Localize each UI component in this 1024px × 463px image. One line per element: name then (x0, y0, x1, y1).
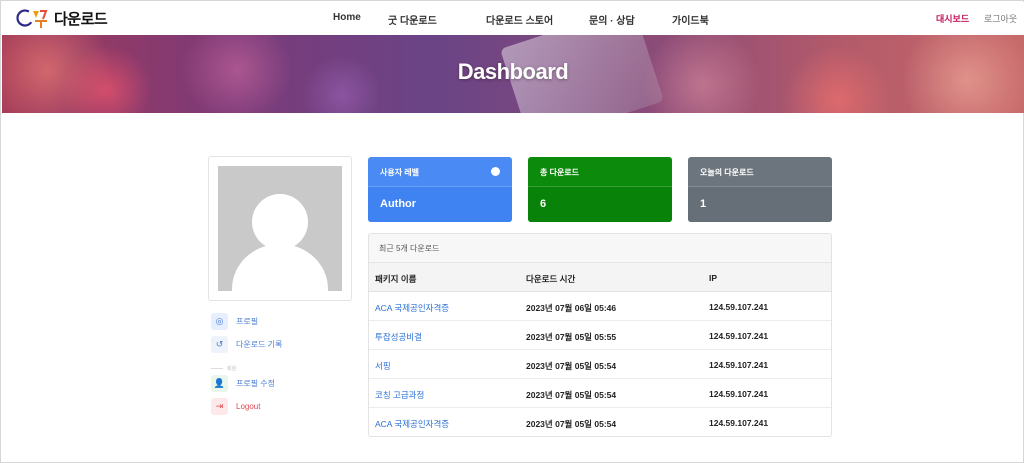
table-row: 서핑 2023년 07월 05일 05:54 124.59.107.241 (369, 350, 831, 379)
nav-good-download[interactable]: 굿 다운로드 (388, 12, 437, 27)
download-time: 2023년 07월 06일 05:46 (526, 303, 617, 313)
top-navbar: 다운로드 Home 굿 다운로드 다운로드 스토어 문의 · 상담 가이드북 대… (2, 2, 1024, 35)
nav-guidebook[interactable]: 가이드북 (672, 12, 709, 27)
recent-downloads-panel: 최근 5개 다운로드 패키지 이름 다운로드 시간 IP ACA 국제공인자격증… (368, 233, 832, 437)
browser-frame: 다운로드 Home 굿 다운로드 다운로드 스토어 문의 · 상담 가이드북 대… (0, 0, 1024, 463)
download-time: 2023년 07월 05일 05:54 (526, 419, 617, 429)
download-time: 2023년 07월 05일 05:54 (526, 361, 617, 371)
ip-address: 124.59.107.241 (709, 389, 769, 399)
package-link[interactable]: ACA 국제공인자격증 (375, 418, 449, 430)
side-item-label: Logout (236, 402, 261, 411)
user-circle-icon: ◎ (211, 313, 228, 330)
side-item-label: 다운로드 기록 (236, 340, 283, 349)
table-header: 패키지 이름 다운로드 시간 IP (369, 263, 831, 292)
avatar (218, 166, 342, 291)
table-row: 투잡성공비결 2023년 07월 05일 05:55 124.59.107.24… (369, 321, 831, 350)
history-icon: ↺ (211, 336, 228, 353)
dashboard-link[interactable]: 대시보드 (936, 12, 969, 25)
profile-card (208, 156, 352, 301)
stat-title: 총 다운로드 (528, 157, 672, 187)
package-link[interactable]: 투잡성공비결 (375, 331, 422, 343)
status-dot-icon (491, 167, 500, 176)
stat-card-today-downloads: 오늘의 다운로드 1 (688, 157, 832, 222)
divider-label: 회원 (227, 366, 237, 372)
column-header-package: 패키지 이름 (375, 274, 417, 284)
user-edit-icon: 👤 (211, 375, 228, 392)
side-item-download-history[interactable]: ↺ 다운로드 기록 (211, 336, 282, 353)
stat-value: 1 (688, 187, 832, 222)
side-item-profile[interactable]: ◎ 프로필 (211, 313, 258, 330)
column-header-time: 다운로드 시간 (526, 274, 576, 284)
nav-inquiry[interactable]: 문의 · 상담 (589, 12, 635, 27)
table-row: 코칭 고급과정 2023년 07월 05일 05:54 124.59.107.2… (369, 379, 831, 408)
side-item-edit-profile[interactable]: 👤 프로필 수정 (211, 375, 275, 392)
package-link[interactable]: 코칭 고급과정 (375, 389, 424, 401)
stat-card-user-level: 사용자 레벨 Author (368, 157, 512, 222)
stat-title: 오늘의 다운로드 (688, 157, 832, 187)
divider-line (211, 368, 223, 369)
package-link[interactable]: 서핑 (375, 360, 391, 372)
hero-banner: Dashboard (2, 35, 1024, 113)
side-item-label: 프로필 수정 (236, 379, 276, 388)
side-item-label: 프로필 (236, 317, 259, 326)
side-divider: 회원 (211, 365, 236, 372)
package-link[interactable]: ACA 국제공인자격증 (375, 302, 449, 314)
side-item-logout[interactable]: ⇥ Logout (211, 398, 260, 415)
table-row: ACA 국제공인자격증 2023년 07월 06일 05:46 124.59.1… (369, 292, 831, 321)
download-time: 2023년 07월 05일 05:55 (526, 332, 617, 342)
logout-icon: ⇥ (211, 398, 228, 415)
stat-value: 6 (528, 187, 672, 222)
nav-home[interactable]: Home (333, 12, 361, 23)
stat-card-total-downloads: 총 다운로드 6 (528, 157, 672, 222)
ip-address: 124.59.107.241 (709, 331, 769, 341)
stat-value: Author (368, 187, 512, 222)
page-title: Dashboard (457, 59, 569, 84)
logout-link[interactable]: 로그아웃 (984, 12, 1017, 25)
ip-address: 124.59.107.241 (709, 302, 769, 312)
ip-address: 124.59.107.241 (709, 418, 769, 428)
avatar-head (252, 194, 308, 250)
nav-download-store[interactable]: 다운로드 스토어 (486, 12, 553, 27)
panel-title: 최근 5개 다운로드 (369, 234, 831, 263)
ip-address: 124.59.107.241 (709, 360, 769, 370)
download-time: 2023년 07월 05일 05:54 (526, 390, 617, 400)
table-row: ACA 국제공인자격증 2023년 07월 05일 05:54 124.59.1… (369, 408, 831, 436)
avatar-body (232, 244, 328, 291)
main-nav: Home 굿 다운로드 다운로드 스토어 문의 · 상담 가이드북 (2, 2, 1024, 35)
column-header-ip: IP (709, 273, 718, 283)
